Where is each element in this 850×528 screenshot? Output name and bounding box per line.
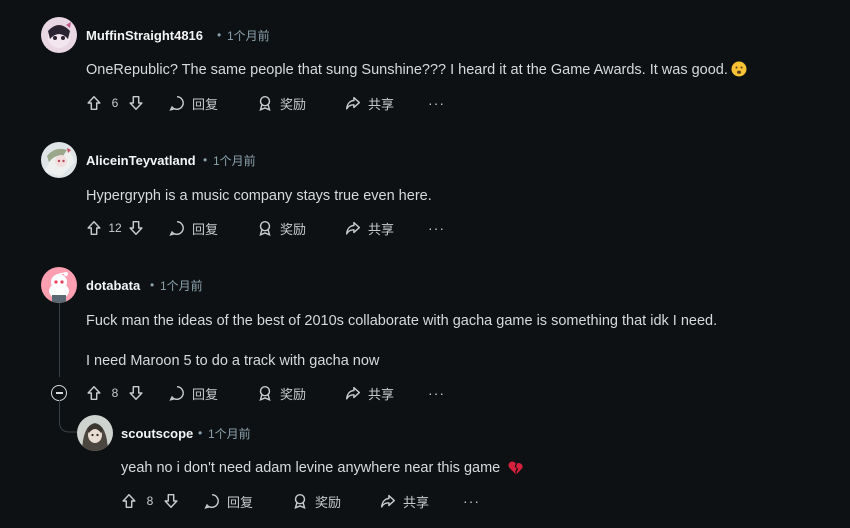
vote-count: 12 [108, 221, 122, 235]
share-label: 共享 [403, 494, 430, 510]
award-label: 奖励 [280, 221, 307, 237]
comment-body-paragraph-2: I need Maroon 5 to do a track with gacha… [86, 351, 379, 371]
reply-button[interactable]: 回复 [162, 89, 224, 117]
action-bar: 8 回复 奖励 共享 ··· [82, 379, 451, 407]
more-options-button[interactable]: ··· [422, 95, 451, 111]
comment-text: yeah no i don't need adam levine anywher… [121, 460, 501, 476]
collapse-thread-button[interactable] [51, 385, 67, 401]
action-bar: 12 回复 奖励 共享 ··· [82, 214, 451, 242]
reply-button[interactable]: 回复 [162, 379, 224, 407]
award-label: 奖励 [280, 386, 307, 402]
award-button[interactable]: 奖励 [250, 379, 312, 407]
share-label: 共享 [368, 96, 395, 112]
vote-count: 8 [111, 386, 119, 400]
minus-icon [55, 392, 63, 394]
reply-label: 回复 [227, 494, 254, 510]
action-bar: 6 回复 奖励 共享 ··· [82, 89, 451, 117]
broken-heart-emoji-icon [508, 460, 524, 481]
comment-text: I need Maroon 5 to do a track with gacha… [86, 353, 380, 369]
share-button[interactable]: 共享 [373, 487, 435, 515]
reply-button[interactable]: 回复 [162, 214, 224, 242]
timestamp[interactable]: 1个月前 [213, 152, 256, 169]
upvote-icon[interactable] [82, 91, 106, 115]
upvote-icon[interactable] [117, 489, 141, 513]
share-button[interactable]: 共享 [338, 214, 400, 242]
share-label: 共享 [368, 221, 395, 237]
timestamp[interactable]: 1个月前 [160, 277, 203, 294]
more-options-button[interactable]: ··· [457, 493, 486, 509]
downvote-icon[interactable] [124, 216, 148, 240]
avatar[interactable] [41, 142, 77, 178]
reply-button[interactable]: 回复 [197, 487, 259, 515]
downvote-icon[interactable] [124, 381, 148, 405]
award-button[interactable]: 奖励 [250, 214, 312, 242]
username[interactable]: MuffinStraight4816 [86, 28, 203, 43]
separator-dot: • [198, 426, 203, 440]
username[interactable]: AliceinTeyvatland [86, 153, 196, 168]
timestamp[interactable]: 1个月前 [208, 425, 251, 442]
action-bar: 8 回复 奖励 共享 ··· [117, 487, 486, 515]
separator-dot: • [203, 153, 208, 167]
comment-text: Fuck man the ideas of the best of 2010s … [86, 313, 718, 329]
share-button[interactable]: 共享 [338, 89, 400, 117]
comment-text: OneRepublic? The same people that sung S… [86, 62, 728, 78]
share-label: 共享 [368, 386, 395, 402]
more-options-button[interactable]: ··· [422, 385, 451, 401]
username[interactable]: dotabata [86, 278, 140, 293]
share-button[interactable]: 共享 [338, 379, 400, 407]
username[interactable]: scoutscope [121, 426, 193, 441]
award-label: 奖励 [280, 96, 307, 112]
worried-face-emoji-icon [731, 61, 747, 83]
thread-line[interactable] [59, 303, 60, 377]
reply-label: 回复 [192, 96, 219, 112]
avatar[interactable] [77, 415, 113, 451]
comment-body: OneRepublic? The same people that sung S… [86, 60, 747, 83]
reply-label: 回复 [192, 386, 219, 402]
downvote-icon[interactable] [124, 91, 148, 115]
downvote-icon[interactable] [159, 489, 183, 513]
award-label: 奖励 [315, 494, 342, 510]
award-button[interactable]: 奖励 [250, 89, 312, 117]
comment-body: yeah no i don't need adam levine anywher… [121, 458, 524, 481]
vote-count: 6 [111, 96, 119, 110]
award-button[interactable]: 奖励 [285, 487, 347, 515]
separator-dot: • [150, 278, 155, 292]
more-options-button[interactable]: ··· [422, 220, 451, 236]
vote-count: 8 [146, 494, 154, 508]
comment-text: Hypergryph is a music company stays true… [86, 188, 432, 204]
timestamp[interactable]: 1个月前 [227, 27, 270, 44]
avatar[interactable] [41, 17, 77, 53]
upvote-icon[interactable] [82, 216, 106, 240]
comment-body: Hypergryph is a music company stays true… [86, 186, 432, 206]
reply-label: 回复 [192, 221, 219, 237]
separator-dot: • [217, 28, 222, 42]
comment-body-paragraph-1: Fuck man the ideas of the best of 2010s … [86, 311, 717, 331]
upvote-icon[interactable] [82, 381, 106, 405]
avatar[interactable] [41, 267, 77, 303]
